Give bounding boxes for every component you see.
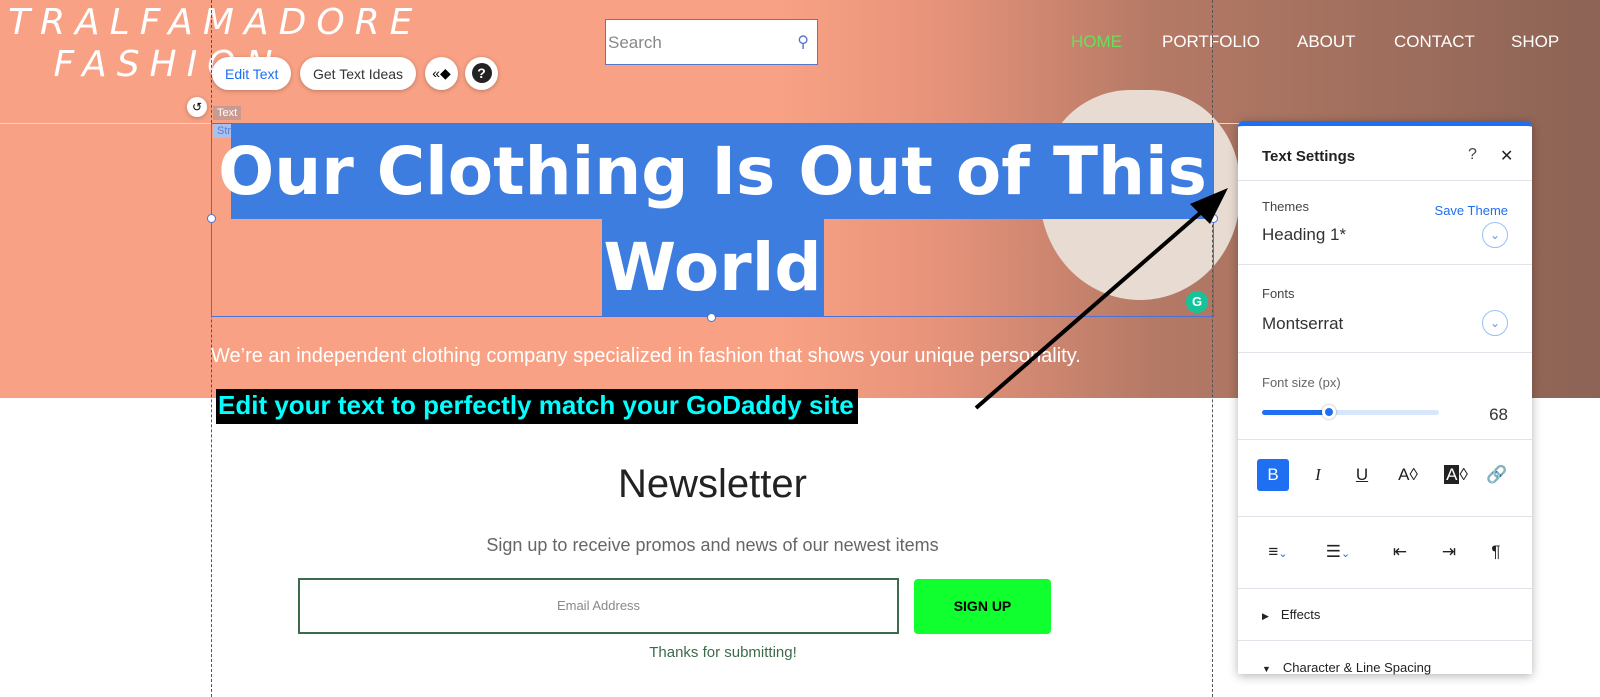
effects-section[interactable]: ▶ Effects — [1262, 607, 1320, 622]
bullet-list-icon[interactable]: ☰⌄ — [1318, 536, 1358, 568]
spacing-section[interactable]: ▼ Character & Line Spacing — [1262, 660, 1431, 675]
font-dropdown-icon[interactable]: ⌄ — [1482, 310, 1508, 336]
fonts-label: Fonts — [1262, 286, 1295, 301]
text-direction-icon[interactable]: ¶ — [1480, 536, 1512, 568]
font-size-slider[interactable] — [1262, 405, 1439, 419]
theme-dropdown-icon[interactable]: ⌄ — [1482, 222, 1508, 248]
increase-indent-icon[interactable]: ⇥ — [1433, 536, 1465, 568]
font-size-label: Font size (px) — [1262, 375, 1341, 390]
newsletter-subtitle: Sign up to receive promos and news of ou… — [486, 535, 939, 555]
highlight-color-icon[interactable]: A ◊ — [1438, 459, 1474, 491]
slider-knob[interactable] — [1322, 405, 1337, 419]
collapse-icon: ▼ — [1262, 664, 1271, 674]
underline-button[interactable]: U — [1346, 459, 1378, 491]
save-theme-link[interactable]: Save Theme — [1435, 203, 1508, 218]
decrease-indent-icon[interactable]: ⇤ — [1384, 536, 1416, 568]
spacing-label: Character & Line Spacing — [1282, 660, 1432, 675]
text-color-icon[interactable]: A◊ — [1392, 459, 1424, 491]
font-value[interactable]: Montserrat — [1262, 314, 1343, 334]
effects-label: Effects — [1280, 607, 1321, 622]
newsletter-title: Newsletter — [618, 462, 807, 506]
panel-help-button[interactable]: ? — [1468, 146, 1477, 164]
link-icon[interactable]: 🔗 — [1481, 459, 1513, 491]
panel-title: Text Settings — [1262, 148, 1356, 165]
thanks-message: Thanks for submitting! — [649, 644, 797, 661]
font-size-value[interactable]: 68 — [1489, 405, 1508, 425]
expand-icon: ▶ — [1262, 611, 1269, 621]
align-center-icon[interactable]: ≡⌄ — [1258, 536, 1298, 568]
signup-button[interactable]: SIGN UP — [914, 579, 1051, 634]
text-settings-panel: Text Settings ? ✕ Themes Save Theme Head… — [1238, 121, 1532, 675]
panel-close-button[interactable]: ✕ — [1500, 146, 1513, 166]
italic-button[interactable]: I — [1302, 459, 1334, 491]
bold-button[interactable]: B — [1257, 459, 1289, 491]
email-input[interactable]: Email Address — [298, 578, 899, 634]
themes-label: Themes — [1262, 199, 1309, 214]
theme-value[interactable]: Heading 1* — [1262, 225, 1346, 245]
